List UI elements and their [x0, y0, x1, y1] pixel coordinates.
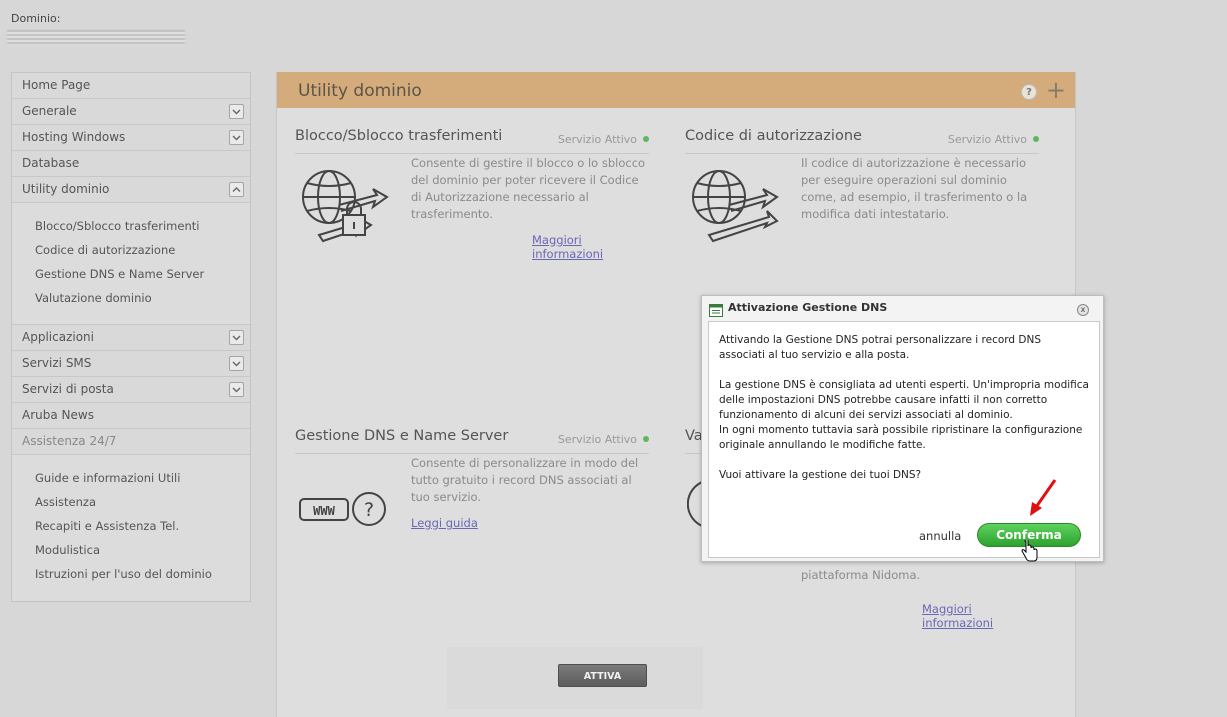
status-badge: Servizio Attivo: [558, 433, 649, 446]
submenu-item-codice[interactable]: Codice di autorizzazione: [35, 238, 250, 262]
divider: [295, 453, 649, 454]
status-text: Servizio Attivo: [557, 433, 637, 446]
dialog-paragraph: La gestione DNS è consigliata ad utenti …: [719, 379, 1089, 421]
red-arrow-icon: [1028, 478, 1058, 522]
status-dot-icon: [643, 136, 649, 142]
chevron-up-icon[interactable]: [229, 182, 244, 197]
chevron-down-icon[interactable]: [229, 356, 244, 371]
sidebar-item-utility-dominio[interactable]: Utility dominio: [12, 177, 250, 203]
submenu-item-guide[interactable]: Guide e informazioni Utili: [35, 466, 250, 490]
utility-submenu: Blocco/Sblocco trasferimenti Codice di a…: [12, 203, 250, 325]
sidebar-item-applicazioni[interactable]: Applicazioni: [12, 325, 250, 351]
sidebar-item-database[interactable]: Database: [12, 151, 250, 177]
card-description: Il codice di autorizzazione è necessario…: [801, 156, 1028, 221]
chevron-down-icon[interactable]: [229, 104, 244, 119]
chevron-down-icon[interactable]: [229, 330, 244, 345]
card-description: Consente di personalizzare in modo del t…: [411, 456, 639, 504]
sidebar: Home Page Generale Hosting Windows Datab…: [11, 72, 251, 602]
sidebar-item-label: Servizi SMS: [22, 356, 92, 370]
sidebar-item-assistenza[interactable]: Assistenza 24/7: [12, 429, 250, 455]
hand-cursor-icon: [1021, 538, 1039, 568]
card-dns: Gestione DNS e Name Server Servizio Atti…: [295, 428, 649, 628]
divider: [295, 153, 649, 154]
svg-text:?: ?: [364, 499, 374, 521]
card-description: Consente di gestire il blocco o lo sbloc…: [411, 156, 646, 221]
sidebar-item-servizi-posta[interactable]: Servizi di posta: [12, 377, 250, 403]
status-dot-icon: [643, 436, 649, 442]
sidebar-item-label: Home Page: [22, 78, 91, 92]
dialog-body: Attivando la Gestione DNS potrai persona…: [708, 321, 1100, 558]
sidebar-item-label: Aruba News: [22, 408, 94, 422]
card-description: piattaforma Nidoma.: [801, 568, 921, 582]
plus-icon[interactable]: +: [1046, 76, 1066, 104]
attiva-button[interactable]: ATTIVA: [558, 664, 647, 687]
page-title: Utility dominio: [298, 81, 422, 101]
dialog-message: Attivando la Gestione DNS potrai persona…: [719, 333, 1089, 498]
chevron-down-icon[interactable]: [229, 382, 244, 397]
dialog-paragraph: In ogni momento tuttavia sarà possibile …: [719, 424, 1083, 451]
domain-label: Dominio:: [11, 12, 61, 25]
guide-link[interactable]: Leggi guida: [411, 516, 478, 530]
sidebar-item-label: Assistenza 24/7: [22, 434, 117, 448]
globe-lock-icon: [299, 165, 389, 249]
submenu-item-modulistica[interactable]: Modulistica: [35, 538, 250, 562]
more-info-link[interactable]: Maggiori informazioni: [532, 233, 649, 261]
dialog-title: Attivazione Gestione DNS: [728, 301, 888, 314]
sidebar-item-aruba-news[interactable]: Aruba News: [12, 403, 250, 429]
domain-value-redacted: [7, 30, 185, 45]
divider: [685, 153, 1039, 154]
submenu-item-valutazione[interactable]: Valutazione dominio: [35, 286, 250, 310]
sidebar-item-label: Hosting Windows: [22, 130, 126, 144]
assistenza-submenu: Guide e informazioni Utili Assistenza Re…: [12, 455, 250, 600]
submenu-item-istruzioni[interactable]: Istruzioni per l'uso del dominio: [35, 562, 250, 586]
status-badge: Servizio Attivo: [948, 133, 1039, 146]
sidebar-item-servizi-sms[interactable]: Servizi SMS: [12, 351, 250, 377]
help-icon[interactable]: ?: [1021, 84, 1037, 100]
window-icon: [709, 302, 723, 321]
submenu-item-blocco[interactable]: Blocco/Sblocco trasferimenti: [35, 214, 250, 238]
www-help-icon: WWW ?: [299, 491, 391, 535]
status-text: Servizio Attivo: [557, 133, 637, 146]
status-text: Servizio Attivo: [947, 133, 1027, 146]
close-icon[interactable]: x: [1077, 304, 1089, 316]
sidebar-item-label: Utility dominio: [22, 182, 110, 196]
sidebar-item-hosting-windows[interactable]: Hosting Windows: [12, 125, 250, 151]
submenu-item-dns[interactable]: Gestione DNS e Name Server: [35, 262, 250, 286]
sidebar-item-label: Generale: [22, 104, 77, 118]
submenu-item-recapiti[interactable]: Recapiti e Assistenza Tel.: [35, 514, 250, 538]
cancel-button[interactable]: annulla: [919, 529, 961, 543]
dialog-paragraph: Attivando la Gestione DNS potrai persona…: [719, 334, 1042, 361]
more-info-link[interactable]: Maggiori informazioni: [922, 602, 1039, 630]
panel-header: Utility dominio ? +: [277, 72, 1075, 108]
dialog-header: Attivazione Gestione DNS x: [702, 296, 1103, 320]
status-dot-icon: [1033, 136, 1039, 142]
www-icon-text: WWW: [313, 504, 335, 518]
submenu-item-assistenza[interactable]: Assistenza: [35, 490, 250, 514]
status-badge: Servizio Attivo: [558, 133, 649, 146]
card-blocco: Blocco/Sblocco trasferimenti Servizio At…: [295, 128, 649, 328]
sidebar-item-label: Database: [22, 156, 80, 170]
sidebar-item-generale[interactable]: Generale: [12, 99, 250, 125]
sidebar-item-label: Applicazioni: [22, 330, 94, 344]
sidebar-item-label: Servizi di posta: [22, 382, 114, 396]
chevron-down-icon[interactable]: [229, 130, 244, 145]
globe-transfer-icon: [689, 165, 779, 249]
sidebar-item-home[interactable]: Home Page: [12, 73, 250, 99]
